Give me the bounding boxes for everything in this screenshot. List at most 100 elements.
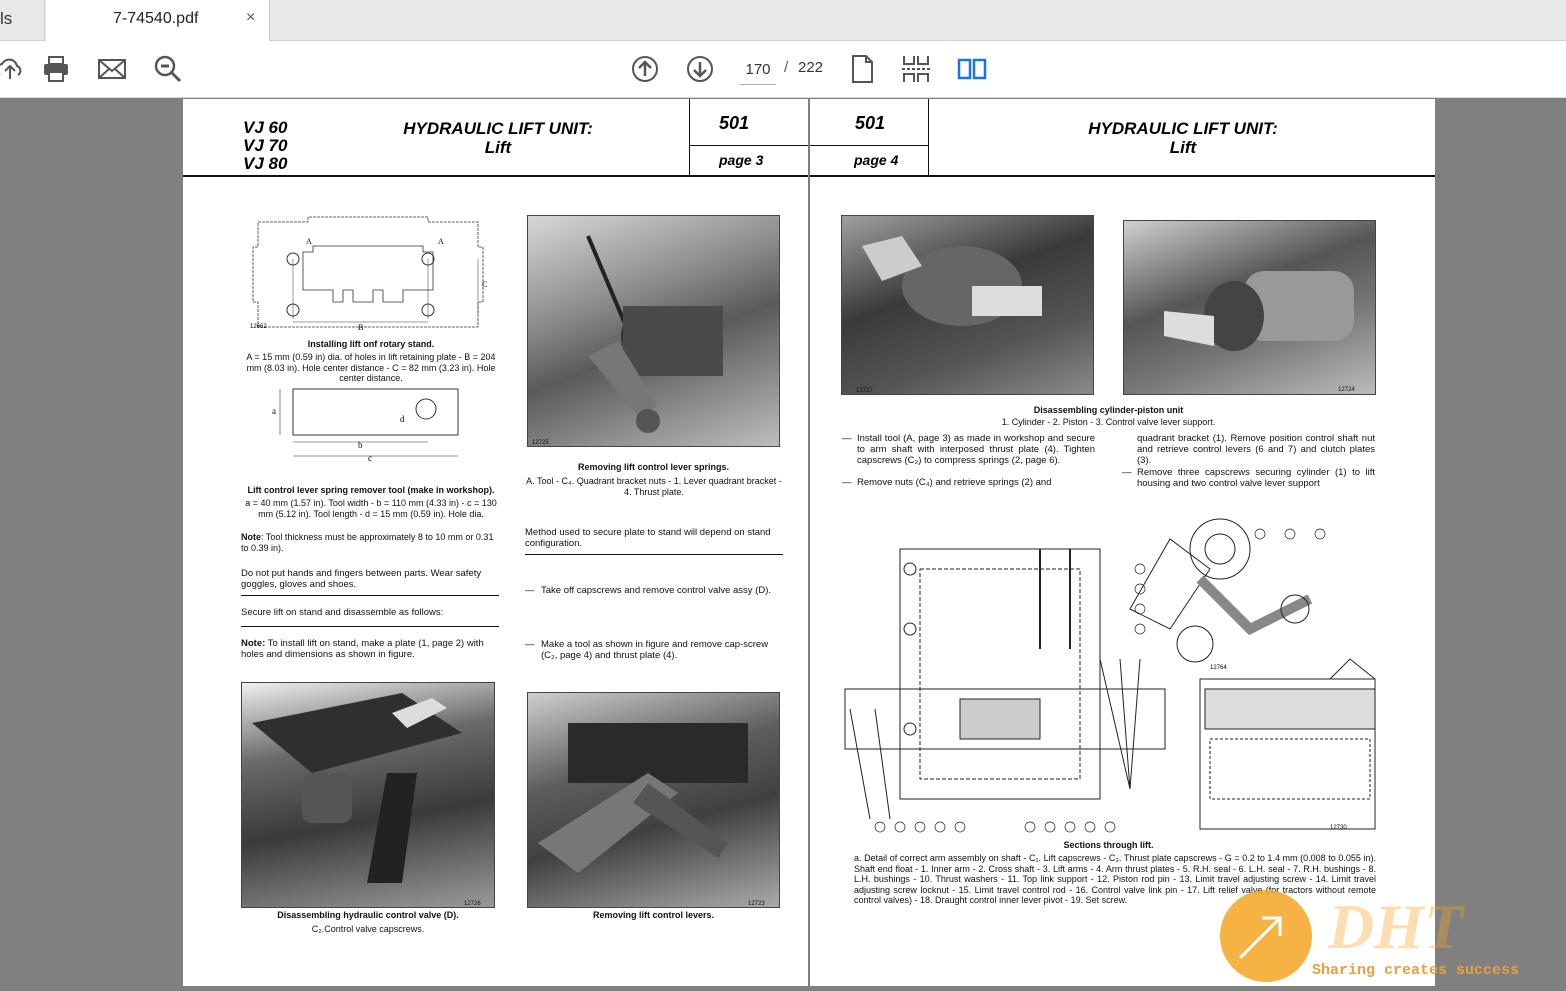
model-list: VJ 60 VJ 70 VJ 80 bbox=[243, 119, 287, 173]
photo-cylinder-piston-2: 12724 bbox=[1123, 220, 1376, 395]
figure-caption: a = 40 mm (1.57 in). Tool width - b = 11… bbox=[245, 498, 497, 519]
figure-id: 12726 bbox=[464, 901, 481, 907]
page-label: page 3 bbox=[719, 152, 764, 168]
svg-text:C: C bbox=[482, 280, 487, 289]
model-item: VJ 70 bbox=[243, 136, 288, 155]
photo-caption-title: Removing lift control lever springs. bbox=[577, 462, 730, 472]
photo-caption: A. Tool - C₄. Quadrant bracket nuts - 1.… bbox=[526, 476, 782, 497]
tab-active[interactable]: 7-74540.pdf × bbox=[46, 0, 270, 41]
page-title-line1: HYDRAULIC LIFT UNIT: bbox=[1088, 119, 1278, 138]
zoom-search-icon[interactable] bbox=[152, 53, 184, 85]
photo-caption-title: Disassembling hydraulic control valve (D… bbox=[277, 910, 459, 920]
scroll-view-icon[interactable] bbox=[900, 53, 932, 85]
bullet-dash: — bbox=[1122, 467, 1132, 478]
svg-text:A: A bbox=[438, 237, 444, 246]
page-header-right: 501 page 4 HYDRAULIC LIFT UNIT: Lift bbox=[810, 99, 1435, 177]
divider bbox=[525, 554, 783, 555]
page-title-line2: Lift bbox=[1169, 138, 1197, 157]
bullet-dash: — bbox=[525, 585, 535, 596]
figure-id: 12764 bbox=[1210, 665, 1227, 671]
figure-id: 12725 bbox=[532, 440, 549, 446]
page-title: HYDRAULIC LIFT UNIT: Lift bbox=[383, 119, 613, 157]
page-header-left: VJ 60 VJ 70 VJ 80 HYDRAULIC LIFT UNIT: L… bbox=[183, 99, 808, 177]
tool-drawing: b c a d bbox=[272, 388, 459, 462]
note-label: Note bbox=[241, 532, 261, 542]
header-divider bbox=[810, 145, 928, 146]
divider bbox=[241, 595, 499, 596]
photo-control-levers: 12723 bbox=[527, 692, 780, 908]
figure-id: 12723 bbox=[748, 901, 765, 907]
step-text: Remove nuts (C₄) and retrieve springs (2… bbox=[857, 477, 1052, 488]
tab-close-button[interactable]: × bbox=[246, 9, 255, 27]
page-title: HYDRAULIC LIFT UNIT: Lift bbox=[1068, 119, 1298, 157]
bullet-dash: — bbox=[842, 433, 852, 444]
model-item: VJ 80 bbox=[243, 154, 288, 173]
upload-icon[interactable] bbox=[0, 53, 26, 85]
page-title-line2: Lift bbox=[484, 138, 512, 157]
sections-caption-title: Sections through lift. bbox=[1063, 840, 1154, 850]
single-page-view-icon[interactable] bbox=[846, 53, 878, 85]
total-pages: 222 bbox=[798, 59, 824, 76]
svg-text:c: c bbox=[368, 453, 372, 462]
page-separator: / bbox=[784, 59, 789, 76]
previous-page-icon[interactable] bbox=[629, 53, 661, 85]
divider bbox=[241, 626, 499, 627]
photo-caption: C₂.Control valve capscrews. bbox=[311, 924, 425, 934]
note-text: : Tool thickness must be approximately 8… bbox=[241, 532, 494, 553]
svg-text:DHT: DHT bbox=[1327, 891, 1466, 962]
step-text: quadrant bracket (1). Remove position co… bbox=[1137, 433, 1375, 466]
step-text: Install tool (A, page 3) as made in work… bbox=[857, 433, 1095, 466]
svg-text:a: a bbox=[272, 406, 276, 416]
method-text: Method used to secure plate to stand wil… bbox=[525, 527, 771, 549]
mail-icon[interactable] bbox=[96, 53, 128, 85]
plate-drawing: B C A A 12662 bbox=[250, 216, 487, 332]
page-number-input[interactable]: 170 bbox=[740, 55, 776, 85]
svg-text:b: b bbox=[358, 440, 363, 450]
toolbar: 170 / 222 bbox=[0, 41, 1566, 98]
page-title-line1: HYDRAULIC LIFT UNIT: bbox=[403, 119, 593, 138]
svg-text:A: A bbox=[306, 237, 312, 246]
header-divider bbox=[928, 99, 929, 177]
figure-id: 12662 bbox=[250, 324, 267, 330]
warning-text: Do not put hands and fingers between par… bbox=[241, 568, 482, 590]
tab-bar: ls 7-74540.pdf × bbox=[0, 0, 1566, 41]
pdf-page-right: 501 page 4 HYDRAULIC LIFT UNIT: Lift 127… bbox=[810, 99, 1435, 986]
lift-section-drawing: 12764 12730 bbox=[844, 518, 1376, 833]
photo-control-valve: 12726 bbox=[241, 682, 495, 908]
step-text: Make a tool as shown in figure and remov… bbox=[541, 639, 769, 661]
bullet-dash: — bbox=[525, 639, 535, 650]
svg-text:d: d bbox=[400, 414, 405, 424]
svg-text:B: B bbox=[358, 323, 363, 332]
note-text: To install lift on stand, make a plate (… bbox=[241, 638, 484, 660]
two-page-view-icon[interactable] bbox=[956, 53, 988, 85]
header-divider bbox=[689, 145, 808, 146]
watermark-slogan: Sharing creates success bbox=[1312, 962, 1520, 979]
figure-caption-title: Installing lift onf rotary stand. bbox=[307, 339, 435, 349]
figure-id: 12727 bbox=[856, 388, 873, 394]
figure-id: 12724 bbox=[1338, 387, 1355, 393]
header-divider bbox=[689, 99, 690, 177]
photo-caption-title: Disassembling cylinder-piston unit bbox=[1033, 405, 1184, 415]
tab-previous-title: ls bbox=[0, 9, 13, 28]
pdf-page-left: VJ 60 VJ 70 VJ 80 HYDRAULIC LIFT UNIT: L… bbox=[183, 99, 808, 986]
section-number: 501 bbox=[719, 113, 750, 133]
page-label: page 4 bbox=[854, 152, 899, 168]
section-number: 501 bbox=[855, 113, 886, 133]
note-label: Note: bbox=[241, 638, 266, 649]
step-text: Take off capscrews and remove control va… bbox=[541, 585, 772, 596]
figure-id: 12730 bbox=[1330, 825, 1347, 831]
figure-caption: A = 15 mm (0.59 in) dia. of holes in lif… bbox=[246, 352, 496, 383]
instruction-text: Secure lift on stand and disassemble as … bbox=[241, 607, 444, 618]
print-icon[interactable] bbox=[40, 53, 72, 85]
photo-caption: 1. Cylinder - 2. Piston - 3. Control val… bbox=[1001, 417, 1216, 427]
next-page-icon[interactable] bbox=[684, 53, 716, 85]
photo-caption-title: Removing lift control levers. bbox=[592, 910, 715, 920]
model-item: VJ 60 bbox=[243, 118, 288, 137]
photo-cylinder-piston-1: 12727 bbox=[841, 215, 1094, 395]
tab-previous[interactable]: ls bbox=[0, 0, 45, 41]
step-text: Remove three capscrews securing cylinder… bbox=[1137, 467, 1375, 489]
photo-lever-springs: 12725 bbox=[527, 215, 780, 447]
figure-caption-title: Lift control lever spring remover tool (… bbox=[247, 485, 495, 495]
bullet-dash: — bbox=[842, 477, 852, 488]
watermark-logo: DHT Sharing creates success bbox=[1218, 888, 1566, 986]
